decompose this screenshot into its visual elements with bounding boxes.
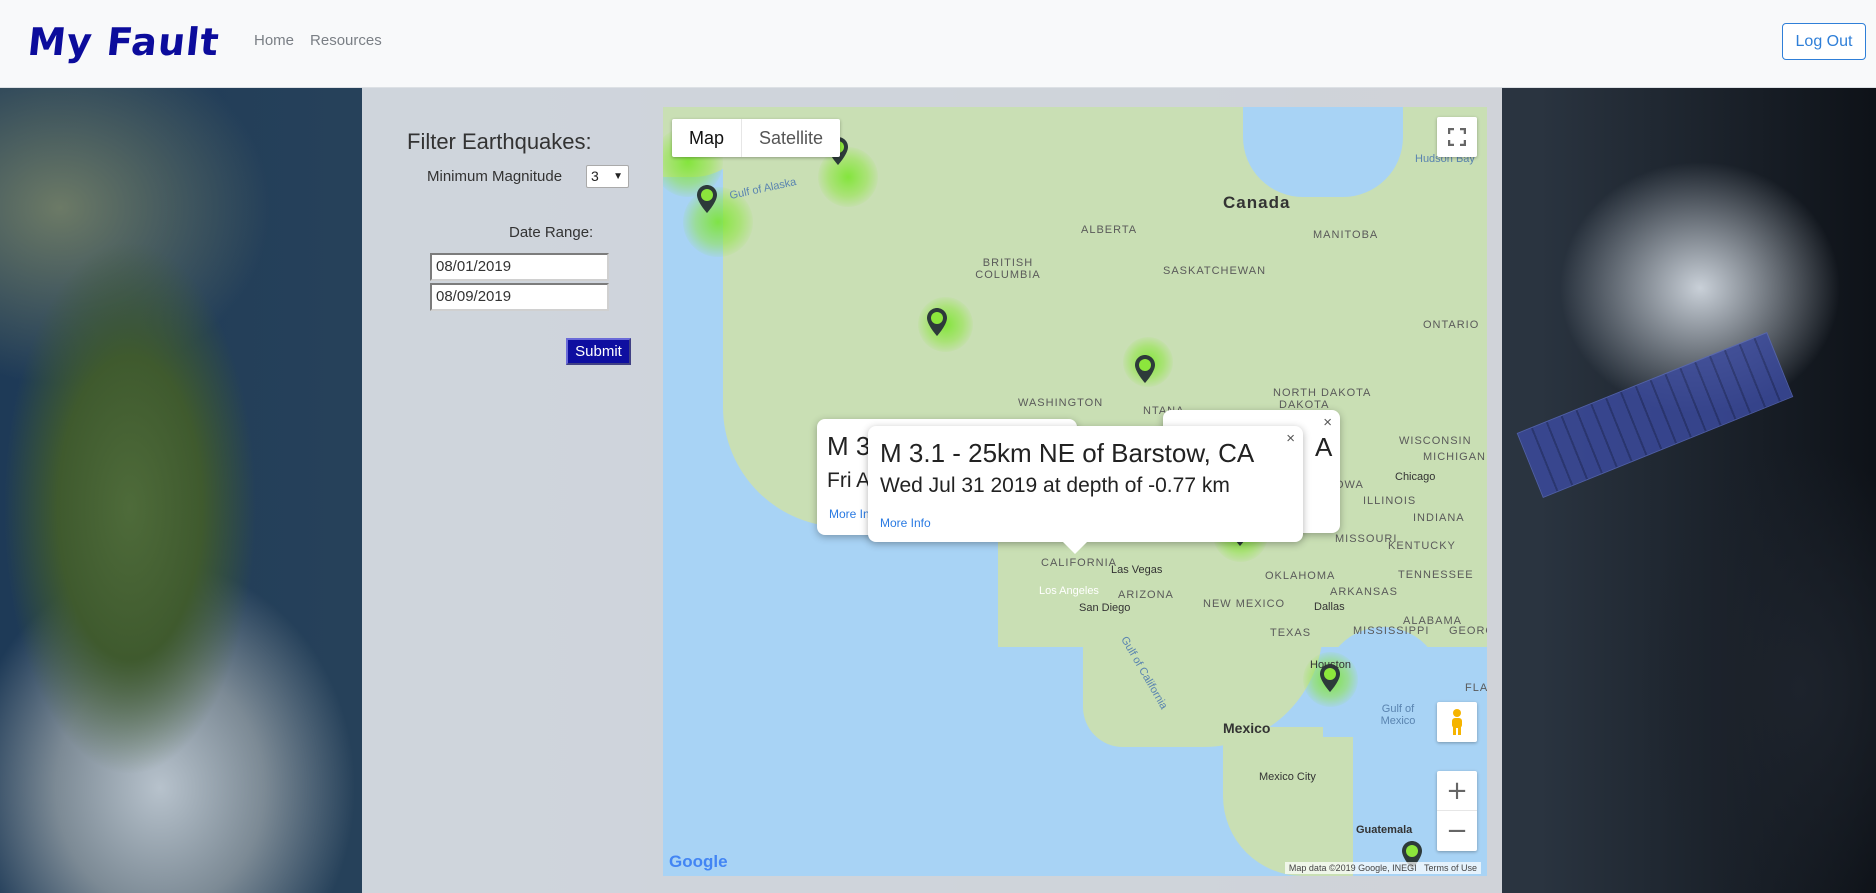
zoom-control: + − xyxy=(1437,771,1477,851)
map-label-indiana: INDIANA xyxy=(1413,512,1465,524)
popup-back-2-title-fragment: A xyxy=(1315,432,1333,462)
earthquake-marker-icon[interactable] xyxy=(696,184,718,214)
nav-links: Home Resources xyxy=(254,32,382,49)
map-label-michigan: MICHIGAN xyxy=(1423,451,1486,463)
map-label-saskatchewan: SASKATCHEWAN xyxy=(1163,265,1267,277)
map-label-dallas: Dallas xyxy=(1314,601,1345,613)
map-label-manitoba: MANITOBA xyxy=(1313,229,1379,241)
min-magnitude-label: Minimum Magnitude xyxy=(427,168,563,185)
zoom-out-button[interactable]: − xyxy=(1437,811,1477,851)
map-label-chicago: Chicago xyxy=(1395,471,1436,483)
map-type-map-button[interactable]: Map xyxy=(672,119,741,157)
map-attribution: Map data ©2019 Google, INEGI Terms of Us… xyxy=(1284,862,1481,874)
map-label-las-vegas: Las Vegas xyxy=(1111,564,1163,576)
map-label-washington: WASHINGTON xyxy=(1018,397,1104,409)
map-label-houston: Houston xyxy=(1310,659,1351,671)
map-label-alberta: ALBERTA xyxy=(1081,224,1138,236)
map-data-attribution: Map data ©2019 Google, INEGI xyxy=(1288,863,1417,873)
map-label-georgia: GEORG xyxy=(1449,625,1487,637)
map-label-gulf-of-mexico: Gulf of Mexico xyxy=(1380,703,1416,727)
map-label-arkansas: ARKANSAS xyxy=(1330,586,1398,598)
terms-of-use-link[interactable]: Terms of Use xyxy=(1424,863,1477,873)
earthquake-marker-icon[interactable] xyxy=(1134,354,1156,384)
map-label-illinois: ILLINOIS xyxy=(1363,495,1417,507)
dropdown-caret-icon: ▼ xyxy=(613,171,623,182)
map-type-control: Map Satellite xyxy=(672,119,841,157)
street-view-button[interactable] xyxy=(1437,702,1477,742)
map-land-central-america xyxy=(1223,727,1353,876)
end-date-input[interactable]: 08/09/2019 xyxy=(430,283,609,311)
map-label-los-angeles: Los Angeles xyxy=(1039,585,1099,597)
earthquake-popup: × M 3.1 - 25km NE of Barstow, CA Wed Jul… xyxy=(868,426,1303,542)
min-magnitude-value: 3 xyxy=(591,168,599,184)
logout-button[interactable]: Log Out xyxy=(1782,23,1866,60)
brand-logo[interactable]: My Fault xyxy=(26,20,222,64)
start-date-input[interactable]: 08/01/2019 xyxy=(430,253,609,281)
date-range-label: Date Range: xyxy=(509,224,594,241)
popup-back-subtitle: Fri A xyxy=(827,469,871,492)
submit-button[interactable]: Submit xyxy=(566,338,631,365)
map-type-satellite-button[interactable]: Satellite xyxy=(741,119,840,157)
zoom-in-button[interactable]: + xyxy=(1437,771,1477,811)
popup-subtitle: Wed Jul 31 2019 at depth of -0.77 km xyxy=(880,474,1230,497)
popup-close-icon[interactable]: × xyxy=(1323,414,1332,431)
map-label-fla: FLA xyxy=(1465,682,1487,694)
nav-home-link[interactable]: Home xyxy=(254,32,294,49)
map-label-british-columbia: BRITISH COLUMBIA xyxy=(975,257,1041,281)
map-water-hudson-bay xyxy=(1243,107,1403,197)
filter-title: Filter Earthquakes: xyxy=(407,129,592,154)
map-label-ontario: ONTARIO xyxy=(1423,319,1480,331)
navbar: My Fault Home Resources Log Out xyxy=(0,0,1876,88)
popup-title: M 3.1 - 25km NE of Barstow, CA xyxy=(880,438,1255,468)
popup-more-info-link[interactable]: More Info xyxy=(880,516,931,530)
map-label-mexico: Mexico xyxy=(1223,720,1271,736)
popup-back-more-info-link[interactable]: More In xyxy=(829,507,870,521)
map-label-canada: Canada xyxy=(1223,193,1291,212)
map-label-north-dakota: NORTH DAKOTA xyxy=(1273,387,1372,399)
map-label-san-diego: San Diego xyxy=(1079,602,1131,614)
map-label-new-mexico: NEW MEXICO xyxy=(1203,598,1286,610)
map-label-wisconsin: WISCONSIN xyxy=(1399,435,1472,447)
map-label-guatemala: Guatemala xyxy=(1356,824,1413,836)
pegman-icon xyxy=(1452,709,1462,735)
map-label-tennessee: TENNESSEE xyxy=(1398,569,1474,581)
map-label-kentucky: KENTUCKY xyxy=(1388,540,1456,552)
popup-tail xyxy=(1063,542,1087,554)
nav-resources-link[interactable]: Resources xyxy=(310,32,382,49)
min-magnitude-select[interactable]: 3 ▼ xyxy=(586,165,629,188)
earthquake-map[interactable]: Canada Mexico Gulf of Alaska ALBERTA BRI… xyxy=(663,107,1487,876)
map-label-mexico-city: Mexico City xyxy=(1259,771,1316,783)
map-label-oklahoma: OKLAHOMA xyxy=(1265,570,1336,582)
fullscreen-button[interactable] xyxy=(1437,117,1477,157)
map-label-arizona: ARIZONA xyxy=(1118,589,1174,601)
popup-close-icon[interactable]: × xyxy=(1286,430,1295,447)
earthquake-marker-icon[interactable] xyxy=(926,307,948,337)
map-label-texas: TEXAS xyxy=(1270,627,1312,639)
map-label-california: CALIFORNIA xyxy=(1041,557,1118,569)
popup-back-title: M 3 xyxy=(827,431,871,461)
google-logo: Google xyxy=(669,852,728,871)
fullscreen-icon xyxy=(1448,128,1466,146)
